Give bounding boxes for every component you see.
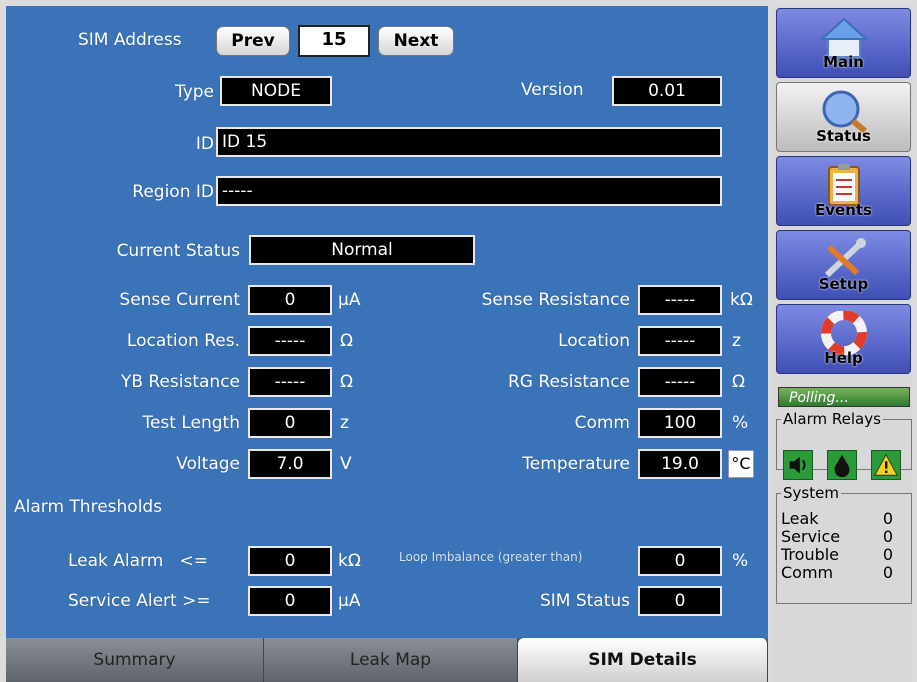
test-length-label: Test Length bbox=[142, 413, 240, 433]
version-label: Version bbox=[521, 80, 584, 100]
system-row-label: Leak bbox=[781, 509, 819, 528]
temperature-unit: °C bbox=[728, 450, 754, 478]
bottom-tab-bar: Summary Leak Map SIM Details bbox=[6, 638, 768, 682]
voltage-field: 7.0 bbox=[248, 449, 332, 479]
yb-resistance-field: ----- bbox=[248, 367, 332, 397]
comm-label: Comm bbox=[574, 413, 630, 433]
comm-field: 100 bbox=[638, 408, 722, 438]
system-row-value: 0 bbox=[882, 545, 893, 564]
sense-current-field: 0 bbox=[248, 285, 332, 315]
loop-imbalance-field[interactable]: 0 bbox=[638, 546, 722, 576]
system-row-value: 0 bbox=[882, 509, 893, 528]
current-status-label: Current Status bbox=[116, 241, 240, 261]
system-row-comm: Comm 0 bbox=[781, 564, 893, 582]
system-title: System bbox=[783, 484, 839, 502]
system-row-value: 0 bbox=[882, 563, 893, 582]
type-label: Type bbox=[174, 82, 214, 102]
system-row-label: Trouble bbox=[781, 545, 840, 564]
nav-status-button[interactable]: Status bbox=[776, 82, 911, 152]
leak-alarm-field[interactable]: 0 bbox=[248, 546, 332, 576]
location-label: Location bbox=[558, 331, 630, 351]
warning-icon bbox=[871, 450, 901, 480]
speaker-icon bbox=[783, 450, 813, 480]
id-label: ID bbox=[195, 134, 214, 154]
location-res-unit: Ω bbox=[340, 331, 353, 351]
tab-leak-map[interactable]: Leak Map bbox=[264, 638, 518, 682]
system-row-service: Service 0 bbox=[781, 528, 893, 546]
alarm-relays-group: Alarm Relays bbox=[776, 410, 912, 480]
system-row-value: 0 bbox=[882, 527, 893, 546]
system-row-leak: Leak 0 bbox=[781, 510, 893, 528]
nav-events-button[interactable]: Events bbox=[776, 156, 911, 226]
temperature-label: Temperature bbox=[522, 454, 630, 474]
next-button[interactable]: Next bbox=[378, 26, 454, 56]
nav-status-label: Status bbox=[816, 127, 871, 145]
id-field: ID 15 bbox=[216, 127, 722, 157]
polling-status: Polling... bbox=[778, 387, 910, 407]
sim-status-field: 0 bbox=[638, 586, 722, 616]
type-field: NODE bbox=[220, 76, 332, 106]
region-id-label: Region ID bbox=[132, 182, 214, 202]
sim-details-panel: SIM Address Prev 15 Next Type NODE Versi… bbox=[6, 6, 768, 638]
system-row-label: Comm bbox=[781, 563, 834, 582]
version-field: 0.01 bbox=[612, 76, 722, 106]
location-unit: z bbox=[732, 331, 741, 351]
sim-status-label: SIM Status bbox=[539, 591, 630, 611]
alarm-thresholds-heading: Alarm Thresholds bbox=[14, 497, 163, 517]
comm-unit: % bbox=[732, 413, 749, 433]
location-res-field: ----- bbox=[248, 326, 332, 356]
current-status-field: Normal bbox=[249, 235, 475, 265]
sense-current-label: Sense Current bbox=[119, 290, 240, 310]
yb-resistance-unit: Ω bbox=[340, 372, 353, 392]
sense-resistance-label: Sense Resistance bbox=[481, 290, 630, 310]
sim-address-input[interactable]: 15 bbox=[298, 25, 370, 57]
system-row-trouble: Trouble 0 bbox=[781, 546, 893, 564]
test-length-field: 0 bbox=[248, 408, 332, 438]
service-alert-field[interactable]: 0 bbox=[248, 586, 332, 616]
rg-resistance-label: RG Resistance bbox=[508, 372, 630, 392]
leak-alarm-unit: kΩ bbox=[338, 551, 361, 571]
sense-resistance-field: ----- bbox=[638, 285, 722, 315]
voltage-unit: V bbox=[340, 454, 352, 474]
system-group: System Leak 0 Service 0 Trouble 0 Comm 0 bbox=[776, 484, 912, 604]
temperature-field: 19.0 bbox=[638, 449, 722, 479]
tab-sim-details[interactable]: SIM Details bbox=[518, 638, 768, 682]
service-alert-unit: μA bbox=[338, 591, 361, 611]
service-alert-label: Service Alert >= bbox=[68, 591, 211, 611]
prev-button[interactable]: Prev bbox=[216, 26, 290, 56]
rg-resistance-field: ----- bbox=[638, 367, 722, 397]
nav-main-label: Main bbox=[823, 53, 864, 71]
alarm-relays-title: Alarm Relays bbox=[783, 410, 881, 428]
nav-help-button[interactable]: Help bbox=[776, 304, 911, 374]
voltage-label: Voltage bbox=[176, 454, 240, 474]
nav-main-button[interactable]: Main bbox=[776, 8, 911, 78]
loop-imbalance-label: Loop Imbalance (greater than) bbox=[399, 550, 583, 564]
tab-summary[interactable]: Summary bbox=[6, 638, 264, 682]
loop-imbalance-unit: % bbox=[732, 551, 749, 571]
nav-setup-label: Setup bbox=[818, 275, 869, 293]
location-field: ----- bbox=[638, 326, 722, 356]
test-length-unit: z bbox=[340, 413, 349, 433]
water-drop-icon bbox=[827, 450, 857, 480]
leak-alarm-label: Leak Alarm <= bbox=[68, 551, 209, 571]
nav-setup-button[interactable]: Setup bbox=[776, 230, 911, 300]
yb-resistance-label: YB Resistance bbox=[120, 372, 240, 392]
system-row-label: Service bbox=[781, 527, 841, 546]
location-res-label: Location Res. bbox=[126, 331, 240, 351]
region-id-field: ----- bbox=[216, 176, 722, 206]
rg-resistance-unit: Ω bbox=[732, 372, 745, 392]
sim-address-label: SIM Address bbox=[78, 30, 182, 50]
sidebar: Main Status Events Setup Help Polling...… bbox=[773, 6, 913, 682]
nav-help-label: Help bbox=[824, 349, 863, 367]
sense-resistance-unit: kΩ bbox=[730, 290, 753, 310]
nav-events-label: Events bbox=[815, 201, 872, 219]
sense-current-unit: μA bbox=[338, 290, 361, 310]
